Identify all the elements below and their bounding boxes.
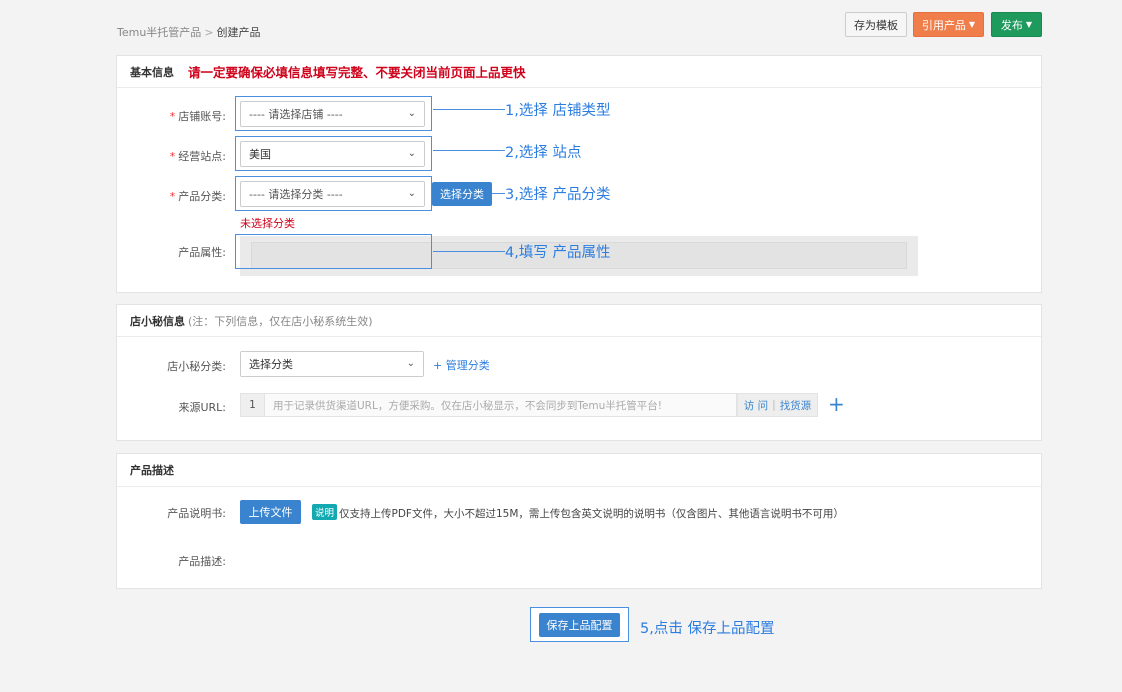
url-actions: 访 问 | 找货源	[737, 393, 818, 417]
publish-label: 发布	[1000, 18, 1023, 32]
annotation-1: 1,选择 店铺类型	[505, 103, 611, 119]
breadcrumb-current: 创建产品	[216, 26, 261, 39]
upload-file-button[interactable]: 上传文件	[240, 500, 301, 524]
attributes-highlight	[235, 234, 432, 269]
chevron-down-icon: ⌄	[406, 358, 415, 369]
dianxiaomi-info-title: 店小秘信息	[130, 314, 185, 328]
shop-account-select[interactable]: ---- 请选择店铺 ---- ⌄	[240, 101, 425, 127]
annotation-2: 2,选择 站点	[505, 145, 582, 161]
chevron-down-icon: ▼	[968, 20, 976, 29]
publish-button[interactable]: 发布 ▼	[991, 12, 1042, 37]
source-url-input[interactable]: 1 用于记录供货渠道URL，方便采购。仅在店小秘显示，不会同步到Temu半托管平…	[240, 393, 737, 417]
site-label: * 经营站点:	[169, 150, 226, 163]
basic-info-header: 基本信息 请一定要确保必填信息填写完整、不要关闭当前页面上品更快	[117, 56, 1041, 88]
product-description-header: 产品描述	[117, 454, 1041, 487]
basic-info-title: 基本信息	[130, 65, 174, 79]
save-template-button[interactable]: 存为模板	[845, 12, 907, 37]
attributes-label: 产品属性:	[178, 246, 226, 259]
url-index: 1	[241, 394, 265, 416]
source-url-placeholder: 用于记录供货渠道URL，方便采购。仅在店小秘显示，不会同步到Temu半托管平台!	[273, 399, 663, 412]
url-actions-separator: |	[772, 399, 776, 411]
annotation-4: 4,填写 产品属性	[505, 245, 611, 261]
annotation-2-line	[433, 150, 505, 151]
reference-product-label: 引用产品	[921, 18, 966, 32]
select-category-button[interactable]: 选择分类	[432, 182, 492, 206]
dianxiaomi-info-note: (注：下列信息，仅在店小秘系统生效)	[188, 314, 373, 328]
manual-label: 产品说明书:	[167, 507, 226, 520]
annotation-5: 5,点击 保存上品配置	[640, 621, 775, 637]
warning-message: 请一定要确保必填信息填写完整、不要关闭当前页面上品更快	[188, 65, 526, 80]
site-select[interactable]: 美国 ⌄	[240, 141, 425, 167]
breadcrumb: Temu半托管产品 > 创建产品	[117, 24, 261, 40]
save-template-label: 存为模板	[854, 18, 898, 32]
chevron-down-icon: ⌄	[407, 188, 416, 199]
manual-hint: 仅支持上传PDF文件，大小不超过15M，需上传包含英文说明的说明书（仅含图片、其…	[339, 508, 844, 520]
description-label: 产品描述:	[178, 555, 226, 568]
chevron-down-icon: ⌄	[407, 108, 416, 119]
category-error: 未选择分类	[240, 217, 295, 230]
dianxiaomi-info-header: 店小秘信息 (注：下列信息，仅在店小秘系统生效)	[117, 305, 1041, 337]
annotation-3: 3,选择 产品分类	[505, 187, 611, 203]
annotation-1-line	[433, 109, 505, 110]
find-source-link[interactable]: 找货源	[780, 398, 812, 413]
save-listing-config-button[interactable]: 保存上品配置	[539, 613, 620, 637]
product-description-title: 产品描述	[130, 464, 174, 477]
category-label: * 产品分类:	[169, 190, 226, 203]
dianxiaomi-category-label: 店小秘分类:	[167, 360, 226, 373]
annotation-4-line	[433, 251, 505, 252]
shop-account-label: * 店铺账号:	[169, 110, 226, 123]
manage-category-link[interactable]: + 管理分类	[433, 357, 490, 373]
chevron-down-icon: ▼	[1025, 20, 1033, 29]
breadcrumb-separator: >	[204, 26, 214, 39]
add-url-icon[interactable]: +	[828, 394, 845, 414]
manual-info-tag: 说明	[312, 504, 338, 520]
breadcrumb-parent-link[interactable]: Temu半托管产品	[117, 26, 201, 39]
chevron-down-icon: ⌄	[407, 148, 416, 159]
source-url-label: 来源URL:	[178, 401, 226, 414]
visit-link[interactable]: 访 问	[744, 398, 768, 413]
dianxiaomi-category-select[interactable]: 选择分类 ⌄	[240, 351, 424, 377]
reference-product-button[interactable]: 引用产品 ▼	[913, 12, 984, 37]
category-select[interactable]: ---- 请选择分类 ---- ⌄	[240, 181, 425, 207]
annotation-3-line	[492, 193, 505, 194]
